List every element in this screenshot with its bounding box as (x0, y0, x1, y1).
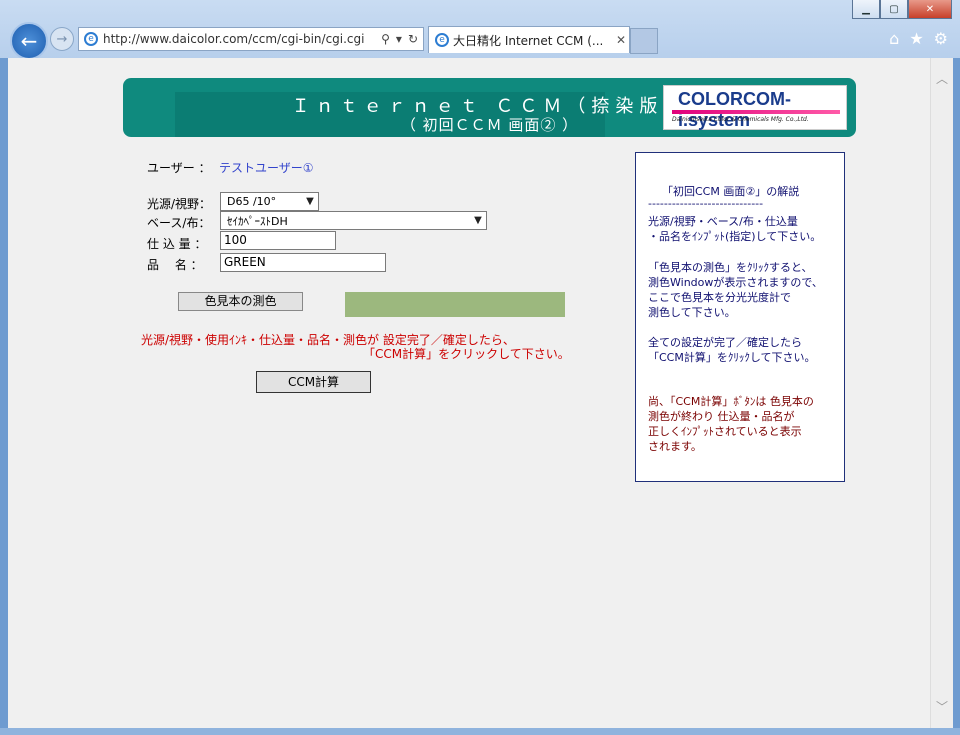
chevron-down-icon: ▼ (474, 215, 482, 226)
window-frame-bottom (0, 728, 960, 735)
light-source-select[interactable]: D65 /10° ▼ (220, 192, 319, 211)
panel-divider: ----------------------------- (648, 197, 764, 210)
vertical-scrollbar[interactable]: ︿ ﹀ (930, 58, 953, 728)
chevron-down-icon: ▼ (306, 196, 314, 207)
panel-line: 測色Windowが表示されますので、 (648, 276, 823, 289)
logo-bar (672, 110, 840, 114)
colorcom-logo: COLORCOM-i.system Dainichiseika Color & … (663, 85, 847, 130)
maximize-icon[interactable]: ▢ (880, 0, 908, 19)
scroll-down-icon[interactable]: ﹀ (935, 698, 949, 714)
close-tab-icon[interactable]: ✕ (613, 33, 629, 47)
ccm-calc-button[interactable]: CCM計算 (256, 371, 371, 393)
light-source-value: D65 /10° (227, 195, 277, 208)
user-label: ユーザー ： (147, 161, 211, 175)
base-value: ｾｲｶﾍﾟｰｽﾄDH (227, 214, 288, 228)
logo-subtext: Dainichiseika Color & Chemicals Mfg. Co.… (672, 116, 809, 123)
base-label: ベース/布： (147, 216, 211, 230)
page-content: Ｉｎｔｅｒｎｅｔ ＣＣＭ（捺染版） （ 初回ＣＣＭ 画面② ） COLORCOM… (8, 58, 930, 728)
instruction-line-2: 「CCM計算」をクリックして下さい。 (363, 347, 570, 361)
back-arrow-icon: ← (20, 29, 38, 53)
gear-icon[interactable]: ⚙ (934, 29, 948, 48)
browser-tab[interactable]: e 大日精化 Internet CCM (... ✕ (428, 26, 630, 53)
amount-label: 仕 込 量 ： (147, 237, 207, 251)
panel-note-line: されます。 (648, 440, 702, 453)
panel-line: 「色見本の測色」をｸﾘｯｸすると、 (648, 261, 813, 274)
tab-title: 大日精化 Internet CCM (... (453, 33, 604, 48)
light-label: 光源/視野： (147, 197, 212, 211)
refresh-icon[interactable]: ↻ (408, 32, 418, 46)
back-button[interactable]: ← (10, 22, 48, 60)
panel-line: ここで色見本を分光光度計で (648, 291, 791, 304)
panel-note-line: 尚、「CCM計算」ﾎﾞﾀﾝは 色見本の (648, 395, 814, 408)
explanation-panel: 「初回CCM 画面②」の解説 -------------------------… (635, 152, 845, 482)
forward-button[interactable]: → (50, 27, 74, 51)
user-value: テストユーザー① (219, 161, 314, 175)
browser-chrome: ▁ ▢ ✕ ← → e http://www.daicolor.com/ccm/… (0, 0, 960, 60)
home-icon[interactable]: ⌂ (889, 29, 899, 48)
ie-icon: e (435, 33, 449, 47)
star-icon[interactable]: ★ (909, 29, 923, 48)
panel-line: 光源/視野・ベース/布・仕込量 (648, 215, 798, 228)
minimize-icon[interactable]: ▁ (852, 0, 880, 19)
ie-icon: e (84, 32, 98, 46)
panel-line: 「CCM計算」をｸﾘｯｸして下さい。 (648, 351, 816, 364)
base-select[interactable]: ｾｲｶﾍﾟｰｽﾄDH ▼ (220, 211, 487, 230)
address-bar[interactable]: e http://www.daicolor.com/ccm/cgi-bin/cg… (78, 27, 424, 51)
new-tab-button[interactable] (630, 28, 658, 54)
product-name-input[interactable]: GREEN (220, 253, 386, 272)
search-icon[interactable]: ⚲ (381, 32, 390, 46)
window-controls: ▁ ▢ ✕ (852, 0, 952, 19)
page-banner: Ｉｎｔｅｒｎｅｔ ＣＣＭ（捺染版） （ 初回ＣＣＭ 画面② ） COLORCOM… (123, 78, 856, 137)
panel-line: ・品名をｲﾝﾌﾟｯﾄ(指定)して下さい。 (648, 230, 822, 243)
measured-color-swatch (345, 292, 565, 317)
scroll-up-icon[interactable]: ︿ (935, 70, 949, 86)
panel-line: 測色して下さい。 (648, 306, 736, 319)
dropdown-icon[interactable]: ▾ (396, 32, 402, 46)
measure-color-button[interactable]: 色見本の測色 (178, 292, 303, 311)
address-url[interactable]: http://www.daicolor.com/ccm/cgi-bin/cgi.… (103, 32, 381, 46)
product-label: 品 名 ： (147, 258, 203, 272)
panel-line: 全ての設定が完了／確定したら (648, 336, 802, 349)
forward-arrow-icon: → (56, 31, 68, 47)
close-icon[interactable]: ✕ (908, 0, 952, 19)
panel-note-line: 正しくｲﾝﾌﾟｯﾄされていると表示 (648, 425, 802, 438)
amount-input[interactable]: 100 (220, 231, 336, 250)
panel-note-line: 測色が終わり 仕込量・品名が (648, 410, 795, 423)
